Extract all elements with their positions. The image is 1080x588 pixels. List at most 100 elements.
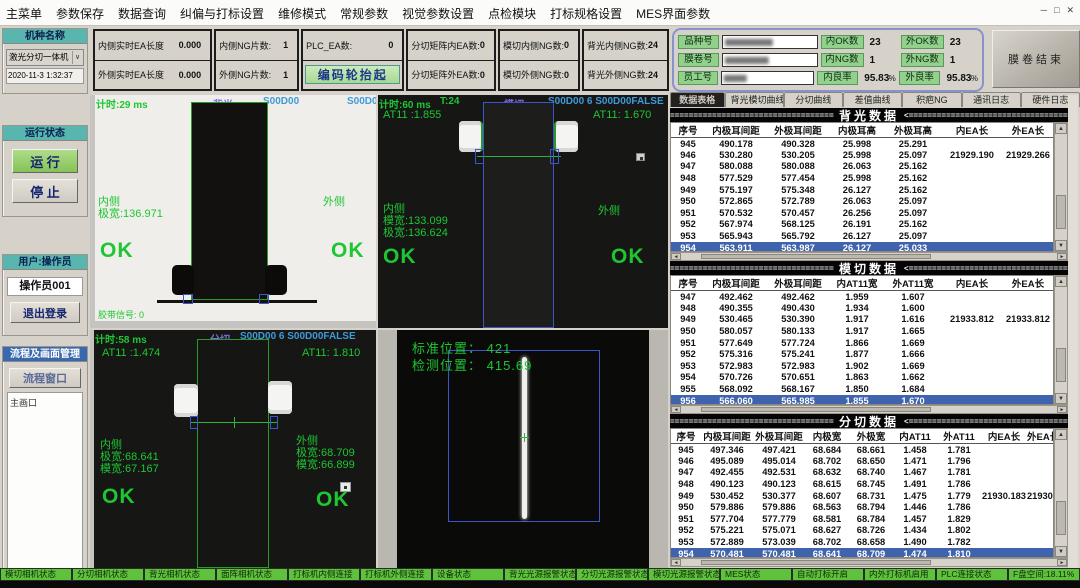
table-cell: 1.959: [829, 291, 885, 303]
scroll-right-icon[interactable]: ►: [1057, 406, 1067, 413]
table-row[interactable]: 954570.481570.48168.64168.7091.4741.810: [671, 548, 1053, 558]
ng-count-box: 内侧NG片数:1 外侧NG片数:1: [214, 29, 299, 91]
table-row[interactable]: 951577.649577.7241.8661.669: [671, 337, 1053, 349]
menu-item-maintenance[interactable]: 维修模式: [278, 5, 326, 22]
status-slit-camera: 分切相机状态: [73, 569, 143, 580]
scroll-up-icon[interactable]: ▲: [1055, 276, 1067, 287]
table-row[interactable]: 948490.123490.12368.61568.7451.4911.786: [671, 478, 1053, 490]
maximize-icon[interactable]: □: [1054, 5, 1059, 15]
horizontal-scrollbar[interactable]: ◄ ►: [670, 405, 1068, 414]
table-row[interactable]: 948490.355490.4301.9341.600: [671, 302, 1053, 314]
scroll-thumb[interactable]: [1056, 195, 1066, 229]
encoder-wheel-lift-button[interactable]: 编码轮抬起: [305, 65, 400, 84]
table-row[interactable]: 954570.726570.6511.8631.662: [671, 372, 1053, 384]
film-roll-end-button[interactable]: 膜卷结束: [992, 30, 1080, 88]
table-row[interactable]: 949530.465530.3901.9171.61621933.8122193…: [671, 314, 1053, 326]
table-row[interactable]: 955568.092568.1671.8501.684: [671, 383, 1053, 395]
table-cell: 575.221: [701, 525, 753, 537]
scroll-left-icon[interactable]: ◄: [671, 406, 681, 413]
backlight-camera-view[interactable]: 计时:29 ms 背光 S00D00 S00D00 内侧 极宽:136.971 …: [90, 95, 376, 328]
scroll-up-icon[interactable]: ▲: [1055, 429, 1067, 440]
scroll-down-icon[interactable]: ▼: [1055, 393, 1067, 404]
horizontal-scrollbar[interactable]: ◄ ►: [670, 252, 1068, 261]
tab-data-table[interactable]: 数据表格: [670, 92, 725, 107]
area-camera-view[interactable]: 标准位置： 421 检测位置： 415.69: [378, 330, 668, 568]
tab-slit-curve[interactable]: 分切曲线: [784, 92, 843, 107]
chevron-down-icon[interactable]: ∨: [72, 51, 82, 64]
run-button[interactable]: 运 行: [12, 149, 78, 173]
table-row[interactable]: 952575.316575.2411.8771.666: [671, 348, 1053, 360]
vertical-scrollbar[interactable]: ▲ ▼: [1054, 275, 1068, 405]
menu-item-main[interactable]: 主菜单: [6, 5, 42, 22]
table-row[interactable]: 950572.865572.78926.06325.097: [671, 195, 1053, 207]
table-row[interactable]: 952567.974568.12526.19125.162: [671, 219, 1053, 231]
table-row[interactable]: 956566.060565.9851.8551.670: [671, 395, 1053, 405]
menu-item-marking-spec[interactable]: 打标规格设置: [550, 5, 622, 22]
table-row[interactable]: 945490.178490.32825.99825.291: [671, 138, 1053, 150]
table-row[interactable]: 954563.911563.98726.12725.033: [671, 242, 1053, 252]
table-cell: 1.491: [893, 478, 937, 490]
screen-list[interactable]: 主画口: [7, 392, 83, 588]
scroll-thumb[interactable]: [1056, 501, 1066, 535]
screen-list-item-main[interactable]: 主画口: [10, 396, 80, 409]
table-row[interactable]: 950580.057580.1331.9171.665: [671, 325, 1053, 337]
scroll-down-icon[interactable]: ▼: [1055, 240, 1067, 251]
tab-backlight-diecut-curve[interactable]: 背光模切曲线: [725, 92, 784, 107]
scroll-left-icon[interactable]: ◄: [671, 559, 681, 566]
data-table[interactable]: 序号内极耳间距外极耳间距内AT11宽外AT11宽内EA长外EA长 947492.…: [670, 275, 1054, 405]
close-icon[interactable]: ✕: [1066, 5, 1074, 15]
table-row[interactable]: 953565.943565.79226.12725.097: [671, 230, 1053, 242]
table-cell: 946: [671, 455, 701, 467]
table-row[interactable]: 951577.704577.77968.58168.7841.4571.829: [671, 513, 1053, 525]
scroll-down-icon[interactable]: ▼: [1055, 546, 1067, 557]
table-row[interactable]: 948577.529577.45425.99825.162: [671, 172, 1053, 184]
electrode-tab-right: [265, 265, 287, 295]
menu-item-spot-check[interactable]: 点检模块: [488, 5, 536, 22]
stop-button[interactable]: 停 止: [12, 179, 78, 203]
menu-item-vision-params[interactable]: 视觉参数设置: [402, 5, 474, 22]
table-row[interactable]: 947492.455492.53168.63268.7401.4671.781: [671, 467, 1053, 479]
vertical-scrollbar[interactable]: ▲ ▼: [1054, 428, 1068, 558]
table-row[interactable]: 950579.886579.88668.56368.7941.4461.786: [671, 501, 1053, 513]
minimize-icon[interactable]: ─: [1041, 5, 1047, 15]
product-no-field[interactable]: ▆▆▆▆▆▆▆▆▆▆▆: [725, 37, 771, 46]
machine-model-select[interactable]: 激光分切一体机 ∨: [6, 49, 84, 66]
table-row[interactable]: 953572.983572.9831.9021.669: [671, 360, 1053, 372]
menu-item-mes-params[interactable]: MES界面参数: [636, 5, 710, 22]
scroll-thumb[interactable]: [701, 407, 931, 412]
employee-no-field[interactable]: ▆▆▆▆▆: [724, 73, 745, 82]
horizontal-scrollbar[interactable]: ◄ ►: [670, 558, 1068, 567]
scroll-thumb[interactable]: [701, 254, 931, 259]
table-row[interactable]: 946530.280530.20525.99825.09721929.19021…: [671, 149, 1053, 161]
tab-comm-log[interactable]: 通讯日志: [962, 92, 1021, 107]
menu-item-correction-marking[interactable]: 纠偏与打标设置: [180, 5, 264, 22]
tab-diff-curve[interactable]: 差值曲线: [843, 92, 902, 107]
table-row[interactable]: 953572.889573.03968.70268.6581.4901.782: [671, 536, 1053, 548]
slit-camera-view[interactable]: 计时:58 ms 分切 S00D00 6 S00D00FALSE AT11 :1…: [90, 330, 376, 568]
vertical-scrollbar[interactable]: ▲ ▼: [1054, 122, 1068, 252]
scroll-right-icon[interactable]: ►: [1057, 559, 1067, 566]
tab-defect-ng[interactable]: 积疤NG: [902, 92, 961, 107]
menu-item-param-save[interactable]: 参数保存: [56, 5, 104, 22]
scroll-up-icon[interactable]: ▲: [1055, 123, 1067, 134]
table-row[interactable]: 951570.532570.45726.25625.097: [671, 207, 1053, 219]
flow-window-button[interactable]: 流程窗口: [9, 368, 81, 388]
logout-button[interactable]: 退出登录: [10, 302, 80, 323]
menu-item-general-params[interactable]: 常规参数: [340, 5, 388, 22]
table-row[interactable]: 947492.462492.4621.9591.607: [671, 291, 1053, 303]
table-row[interactable]: 949530.452530.37768.60768.7311.4751.7792…: [671, 490, 1053, 502]
film-roll-no-field[interactable]: ▆▆▆▆▆▆▆▆▆▆: [725, 55, 767, 64]
table-row[interactable]: 947580.088580.08826.06325.162: [671, 161, 1053, 173]
scroll-thumb[interactable]: [1056, 348, 1066, 382]
data-table[interactable]: 序号内极耳间距外极耳间距内极耳高外极耳高内EA长外EA长 945490.1784…: [670, 122, 1054, 252]
menu-item-data-query[interactable]: 数据查询: [118, 5, 166, 22]
table-row[interactable]: 949575.197575.34826.12725.162: [671, 184, 1053, 196]
scroll-thumb[interactable]: [701, 560, 931, 565]
table-row[interactable]: 952575.221575.07168.62768.7261.4341.802: [671, 525, 1053, 537]
scroll-right-icon[interactable]: ►: [1057, 253, 1067, 260]
diecut-camera-view[interactable]: 计时:60 ms T:24 模切 S00D00 6 S00D00FALSE AT…: [378, 95, 668, 328]
table-row[interactable]: 945497.346497.42168.68468.6611.4581.781: [671, 444, 1053, 456]
table-row[interactable]: 946495.089495.01468.70268.6501.4711.796: [671, 455, 1053, 467]
scroll-left-icon[interactable]: ◄: [671, 253, 681, 260]
data-table[interactable]: 序号内极耳间距外极耳间距内极宽外极宽内AT11外AT11内EA长外EA长 945…: [670, 428, 1054, 558]
